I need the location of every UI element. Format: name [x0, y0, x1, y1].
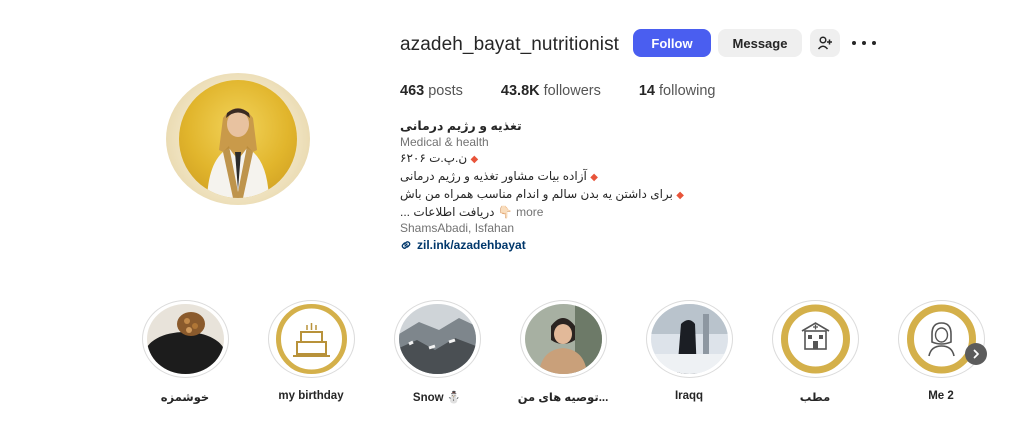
more-options-icon[interactable] — [852, 33, 876, 53]
profile-location: ShamsAbadi, Isfahan — [400, 221, 515, 235]
highlight-label: Me 2 — [928, 390, 954, 402]
highlight-label: مطب — [799, 392, 831, 404]
highlight-cover — [902, 304, 980, 374]
highlight-label: خوشمزه — [160, 392, 210, 404]
highlight-cover — [146, 304, 224, 374]
highlight-cover — [524, 304, 602, 374]
profile-username: azadeh_bayat_nutritionist — [400, 34, 620, 55]
highlight-label: Iraqq — [674, 390, 704, 402]
profile-bio: تغذیه و رژیم درمانی Medical & health ◆ ن… — [400, 118, 720, 253]
profile-full-name: تغذیه و رژیم درمانی — [400, 119, 522, 133]
highlight-cover — [776, 304, 854, 374]
highlight-label: Snow ⛄ — [412, 392, 462, 404]
highlight-cover — [398, 304, 476, 374]
profile-category: Medical & health — [400, 135, 489, 149]
profile-avatar[interactable] — [166, 73, 310, 205]
following-stat[interactable]: 14 following — [639, 83, 716, 99]
link-icon — [401, 241, 411, 249]
follow-button[interactable]: Follow — [633, 29, 711, 57]
highlights-next-button[interactable] — [965, 343, 987, 365]
followers-stat[interactable]: 43.8K followers — [501, 83, 601, 99]
highlight-item[interactable]: Iraqq — [634, 300, 744, 402]
suggested-users-button[interactable] — [810, 29, 840, 57]
bio-line: 👇🏻 دریافت اطلاعات ... more — [400, 205, 544, 219]
add-user-icon — [817, 36, 832, 50]
bio-line: ◆ ن.پ.ت ۶۲۰۶ — [400, 151, 479, 165]
profile-photo — [179, 80, 297, 198]
highlight-label: my birthday — [278, 390, 344, 402]
profile-external-link[interactable]: zil.ink/azadehbayat — [400, 237, 720, 253]
highlight-item[interactable]: خوشمزه — [130, 300, 240, 404]
highlight-label: توصیه های من... — [517, 392, 609, 404]
highlight-item[interactable]: my birthday — [256, 300, 366, 402]
bio-line: ◆ آزاده بیات مشاور تغذیه و رژیم درمانی — [400, 169, 598, 183]
highlight-cover — [650, 304, 728, 374]
highlight-item[interactable]: مطب — [760, 300, 870, 404]
message-button[interactable]: Message — [718, 29, 802, 57]
bio-line: ◆ برای داشتن یه بدن سالم و اندام مناسب ه… — [400, 187, 684, 201]
highlight-item[interactable]: توصیه های من... — [508, 300, 618, 404]
bio-more-link[interactable]: more — [516, 205, 543, 219]
profile-stats: 463 posts 43.8K followers 14 following — [400, 83, 753, 99]
posts-stat: 463 posts — [400, 83, 463, 99]
highlight-item[interactable]: Snow ⛄ — [382, 300, 492, 404]
highlight-cover — [272, 304, 350, 374]
chevron-right-icon — [973, 349, 979, 359]
